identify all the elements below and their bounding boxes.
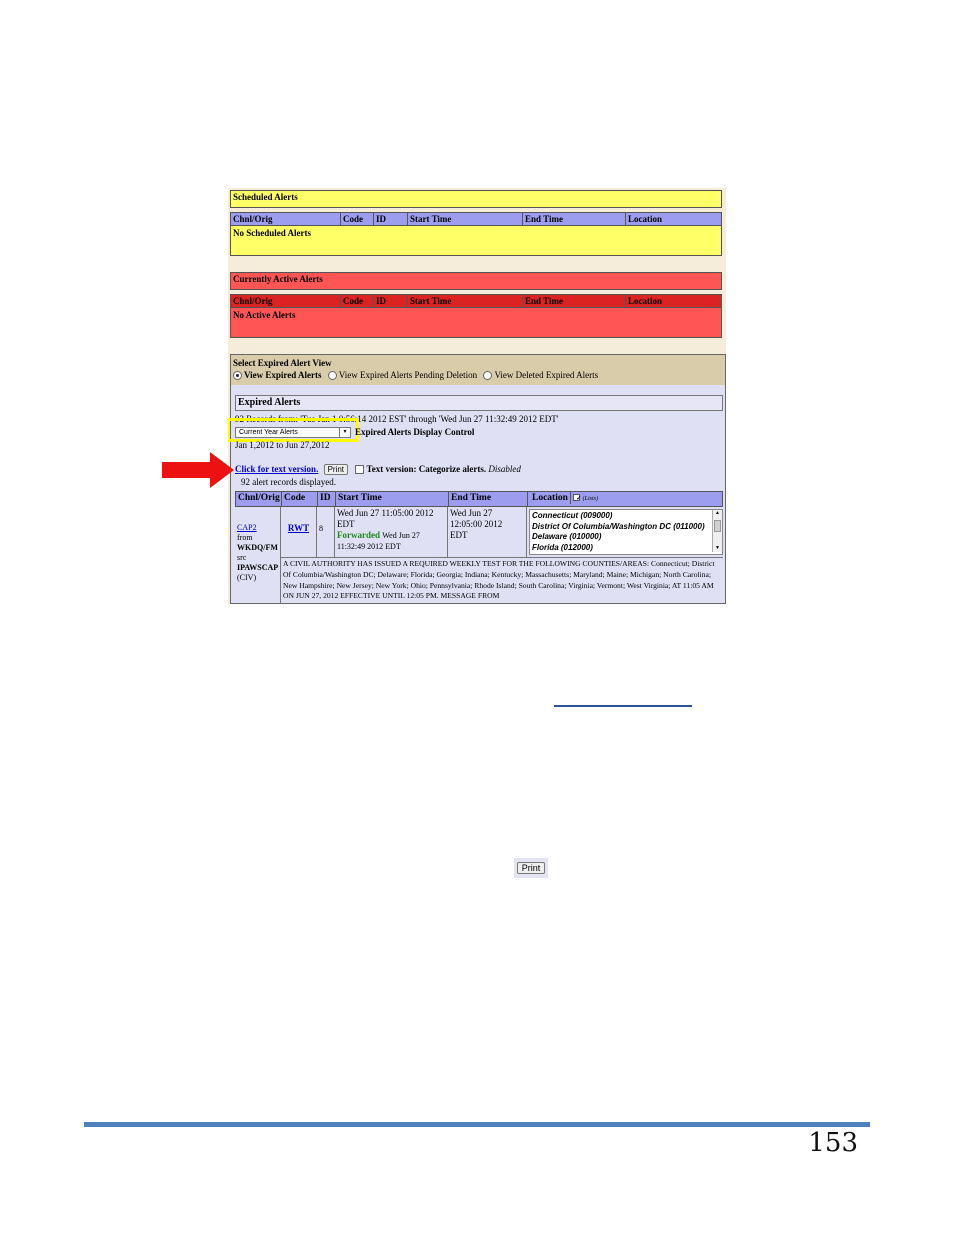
scroll-up-icon[interactable]: ▲ [713, 510, 722, 517]
col-chnl[interactable]: Chnl/Orig [231, 295, 341, 307]
location-item[interactable]: District Of Columbia/Washington DC (0110… [532, 522, 710, 533]
location-list[interactable]: Connecticut (009000) District Of Columbi… [529, 509, 723, 555]
text-version-label: Text version: Categorize alerts. [366, 464, 487, 474]
print-button[interactable]: Print [323, 464, 349, 475]
chnl-line: from [237, 533, 253, 542]
radio-view-expired[interactable] [233, 371, 242, 381]
check-icon[interactable]: ✓ [573, 494, 581, 502]
text-version-link[interactable]: Click for text version. [235, 464, 318, 474]
standalone-print-button[interactable]: Print [516, 862, 546, 874]
scroll-down-icon[interactable]: ▼ [713, 545, 722, 552]
records-displayed: 92 alert records displayed. [241, 477, 336, 487]
chnl-line: src [237, 553, 247, 562]
blank-underline [554, 705, 692, 707]
location-item[interactable]: Connecticut (009000) [532, 511, 710, 522]
col-id[interactable]: ID [374, 295, 408, 307]
scheduled-alerts-header: Chnl/Orig Code ID Start Time End Time Lo… [230, 212, 722, 226]
code-link[interactable]: RWT [288, 523, 309, 533]
alerts-screenshot: Scheduled Alerts Chnl/Orig Code ID Start… [228, 188, 726, 604]
col-start[interactable]: Start Time [336, 492, 449, 506]
chnl-line: (CIV) [237, 573, 257, 582]
col-start[interactable]: Start Time [408, 213, 523, 225]
arrow-right-icon [162, 452, 234, 488]
forwarded-time-2: 11:32:49 2012 EDT [337, 542, 401, 551]
forwarded-time: Wed Jun 27 [382, 531, 420, 540]
disabled-label: Disabled [488, 464, 521, 474]
text-version-checkbox[interactable] [355, 465, 365, 475]
chnl-link[interactable]: CAP2 [237, 523, 278, 533]
col-code[interactable]: Code [282, 492, 318, 506]
display-control-label: Expired Alerts Display Control [355, 427, 475, 437]
active-alerts-header: Chnl/Orig Code ID Start Time End Time Lo… [230, 294, 722, 308]
radio-view-expired-label[interactable]: View Expired Alerts [244, 370, 322, 380]
chnl-line: IPAWSCAP [237, 563, 279, 572]
location-scrollbar[interactable]: ▲ ▼ [712, 510, 722, 552]
alert-range-dropdown[interactable]: Current Year Alerts ▾ [235, 427, 351, 438]
end-line: EDT [450, 530, 468, 540]
location-item[interactable]: Florida (012000) [532, 543, 710, 554]
expired-alerts-section: Select Expired Alert View View Expired A… [228, 354, 726, 604]
col-code[interactable]: Code [341, 213, 374, 225]
date-range: Jan 1,2012 to Jun 27,2012 [235, 440, 330, 450]
view-selector: Select Expired Alert View View Expired A… [231, 355, 725, 385]
view-selector-label: Select Expired Alert View [233, 358, 332, 368]
scheduled-alerts-empty: No Scheduled Alerts [230, 226, 722, 256]
scheduled-alerts-title: Scheduled Alerts [230, 190, 722, 208]
row-id: 8 [317, 507, 335, 557]
active-alerts-title: Currently Active Alerts [230, 272, 722, 290]
start-line: Wed Jun 27 11:05:00 2012 [337, 508, 434, 518]
end-line: 12:05:00 2012 [450, 519, 503, 529]
col-id[interactable]: ID [318, 492, 336, 506]
col-end[interactable]: End Time [523, 213, 626, 225]
chnl-line: WKDQ/FM [237, 543, 278, 552]
active-alerts-empty: No Active Alerts [230, 308, 722, 338]
dropdown-value: Current Year Alerts [239, 429, 298, 436]
row-start: Wed Jun 27 11:05:00 2012 EDT Forwarded W… [335, 507, 448, 557]
table-row[interactable]: CAP2 from WKDQ/FM src IPAWSCAP (CIV) RWT… [235, 507, 723, 604]
radio-deleted-label[interactable]: View Deleted Expired Alerts [494, 370, 598, 380]
row-chnl: CAP2 from WKDQ/FM src IPAWSCAP (CIV) [235, 507, 281, 604]
col-code[interactable]: Code [341, 295, 374, 307]
radio-pending-deletion-label[interactable]: View Expired Alerts Pending Deletion [339, 370, 477, 380]
col-chnl[interactable]: Chnl/Orig [231, 213, 341, 225]
scroll-thumb[interactable] [714, 520, 721, 532]
location-item[interactable]: Delaware (010000) [532, 532, 710, 543]
alert-message: A CIVIL AUTHORITY HAS ISSUED A REQUIRED … [281, 557, 723, 604]
row-code: RWT [281, 507, 317, 557]
col-location[interactable]: Location [626, 295, 721, 307]
col-id[interactable]: ID [374, 213, 408, 225]
print-button-image: Print [514, 858, 548, 878]
footer-rule [84, 1122, 870, 1127]
radio-pending-deletion[interactable] [327, 371, 337, 381]
page-number: 153 [808, 1128, 858, 1158]
expired-alerts-header: Chnl/Orig Code ID Start Time End Time Lo… [235, 491, 723, 507]
col-chnl[interactable]: Chnl/Orig [236, 492, 282, 506]
location-toggle-label: (Lists) [582, 496, 598, 502]
scheduled-alerts-panel: Scheduled Alerts Chnl/Orig Code ID Start… [230, 190, 722, 256]
col-location[interactable]: Location [530, 492, 571, 504]
row-end: Wed Jun 27 12:05:00 2012 EDT [448, 507, 527, 557]
start-line: EDT [337, 519, 355, 529]
chevron-down-icon[interactable]: ▾ [339, 428, 350, 437]
radio-deleted[interactable] [483, 371, 493, 381]
col-end[interactable]: End Time [449, 492, 528, 506]
end-line: Wed Jun 27 [450, 508, 493, 518]
col-location[interactable]: Location [626, 213, 721, 225]
col-end[interactable]: End Time [523, 295, 626, 307]
col-start[interactable]: Start Time [408, 295, 523, 307]
expired-alerts-title: Expired Alerts [235, 395, 723, 411]
forwarded-label: Forwarded [337, 530, 380, 540]
active-alerts-panel: Currently Active Alerts Chnl/Orig Code I… [230, 272, 722, 338]
